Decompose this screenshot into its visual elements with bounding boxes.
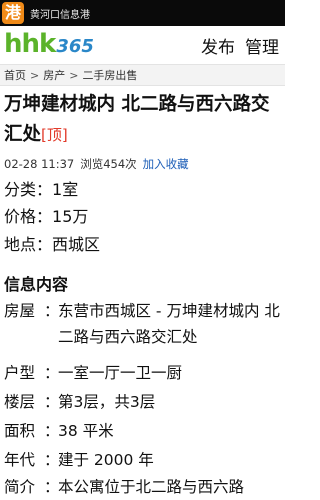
detail-value: 建于 2000 年 — [58, 451, 154, 469]
breadcrumb-housing[interactable]: 房产 — [43, 67, 65, 83]
breadcrumb: 首页 > 房产 > 二手房出售 — [0, 64, 285, 86]
summary-location: 地点：西城区 — [4, 232, 100, 258]
summary-label: 价格： — [4, 207, 53, 226]
detail-row-layout: 户型 ： 一室一厅一卫一厨 — [4, 360, 282, 386]
detail-colon: ： — [44, 478, 60, 496]
detail-colon: ： — [44, 302, 60, 320]
manage-button[interactable]: 管理 — [245, 33, 279, 58]
detail-value: 38 平米 — [58, 422, 114, 440]
detail-label: 户型 — [4, 364, 36, 382]
top-tag-badge: [顶] — [41, 126, 68, 144]
detail-colon: ： — [44, 364, 60, 382]
header-actions: 发布 管理 — [201, 33, 279, 58]
summary-category: 分类：1室 — [4, 177, 78, 203]
site-header: hhk 365 发布 管理 — [0, 26, 285, 64]
detail-label: 年代 — [4, 451, 36, 469]
detail-colon: ： — [44, 451, 60, 469]
info-section-title: 信息内容 — [4, 275, 69, 294]
detail-label: 楼层 — [4, 393, 36, 411]
detail-colon: ： — [44, 393, 60, 411]
post-date: 02-28 11:37 — [4, 157, 75, 171]
summary-label: 分类： — [4, 180, 53, 199]
publish-button[interactable]: 发布 — [201, 33, 235, 58]
logo-number: 365 — [56, 36, 94, 57]
add-favorite-link[interactable]: 加入收藏 — [143, 156, 189, 172]
detail-colon: ： — [44, 422, 60, 440]
breadcrumb-home[interactable]: 首页 — [4, 67, 26, 83]
summary-value: 1室 — [52, 180, 79, 199]
detail-value: 本公寓位于北二路与西六路 — [58, 478, 245, 496]
detail-row-area: 面积 ： 38 平米 — [4, 418, 282, 444]
page-title: 万坤建材城内 北二路与西六路交汇处[顶] — [4, 90, 282, 150]
status-bar: 港 黄河口信息港 — [0, 0, 285, 26]
view-count: 浏览454次 — [80, 157, 137, 171]
breadcrumb-separator: > — [30, 68, 40, 82]
summary-value: 15万 — [52, 207, 89, 226]
detail-label: 房屋 — [4, 302, 36, 320]
logo-text: hhk — [4, 29, 56, 59]
summary-value: 西城区 — [52, 235, 101, 254]
summary-price: 价格：15万 — [4, 204, 88, 230]
detail-value: 东营市西城区 - 万坤建材城内 北二路与西六路交汇处 — [58, 302, 280, 346]
status-bar-title: 黄河口信息港 — [30, 9, 90, 21]
detail-label: 面积 — [4, 422, 36, 440]
app-logo-icon: 港 — [2, 2, 24, 24]
breadcrumb-second-hand-sale[interactable]: 二手房出售 — [82, 67, 137, 83]
detail-row-house: 房屋 ： 东营市西城区 - 万坤建材城内 北二路与西六路交汇处 — [4, 298, 282, 350]
detail-label: 简介 — [4, 478, 36, 496]
detail-value: 第3层，共3层 — [58, 393, 156, 411]
detail-value: 一室一厅一卫一厨 — [58, 364, 183, 382]
detail-row-floor: 楼层 ： 第3层，共3层 — [4, 389, 282, 415]
detail-row-year: 年代 ： 建于 2000 年 — [4, 447, 282, 473]
summary-label: 地点： — [4, 235, 53, 254]
site-logo[interactable]: hhk 365 — [4, 30, 94, 58]
breadcrumb-separator: > — [69, 68, 79, 82]
detail-row-intro: 简介 ： 本公寓位于北二路与西六路 — [4, 474, 282, 500]
post-meta: 02-28 11:37 浏览454次 加入收藏 — [4, 155, 189, 173]
